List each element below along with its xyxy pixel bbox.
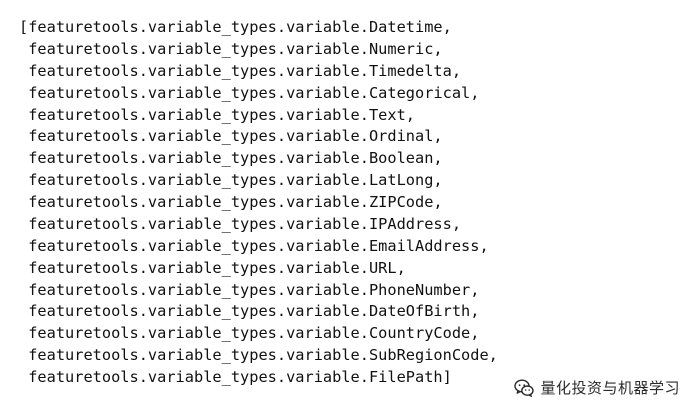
output-line: featuretools.variable_types.variable.IPA…	[19, 214, 462, 233]
output-line: featuretools.variable_types.variable.Pho…	[19, 280, 480, 299]
output-line: featuretools.variable_types.variable.Boo…	[19, 149, 443, 168]
output-line: featuretools.variable_types.variable.URL…	[19, 258, 406, 277]
output-line: featuretools.variable_types.variable.Ema…	[19, 236, 489, 255]
output-line: featuretools.variable_types.variable.Lat…	[19, 171, 443, 190]
output-line: featuretools.variable_types.variable.ZIP…	[19, 193, 443, 211]
code-output: [featuretools.variable_types.variable.Da…	[19, 17, 498, 389]
output-line: featuretools.variable_types.variable.Tim…	[19, 61, 462, 80]
output-line: featuretools.variable_types.variable.Sub…	[19, 346, 498, 365]
wechat-icon	[514, 378, 535, 398]
output-line: featuretools.variable_types.variable.Cou…	[19, 324, 480, 343]
watermark: 量化投资与机器学习	[514, 377, 680, 398]
output-line: featuretools.variable_types.variable.Num…	[19, 39, 443, 58]
output-line: featuretools.variable_types.variable.Ord…	[19, 127, 443, 146]
watermark-text: 量化投资与机器学习	[540, 379, 680, 397]
output-line: featuretools.variable_types.variable.Fil…	[19, 368, 452, 386]
output-line: [featuretools.variable_types.variable.Da…	[19, 18, 452, 36]
output-line: featuretools.variable_types.variable.Cat…	[19, 83, 480, 102]
output-line: featuretools.variable_types.variable.Dat…	[19, 302, 480, 321]
output-line: featuretools.variable_types.variable.Tex…	[19, 105, 416, 124]
